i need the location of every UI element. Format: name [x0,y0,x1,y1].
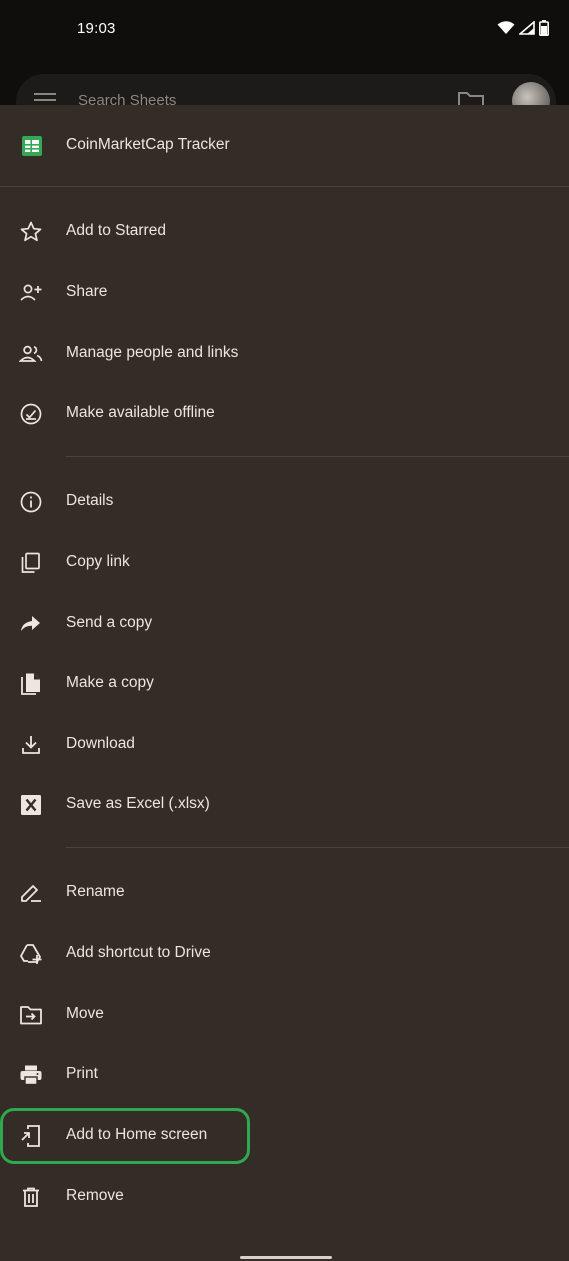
menu-item-rename[interactable]: Rename [0,863,569,923]
menu-item-label: Copy link [66,553,130,570]
menu-item-label: Rename [66,883,125,900]
menu-item-add-shortcut[interactable]: Add shortcut to Drive [0,924,569,984]
sheets-file-icon [22,136,42,161]
add-home-screen-icon [19,1124,43,1148]
menu-item-label: Add to Starred [66,222,166,239]
menu-item-details[interactable]: Details [0,472,569,532]
battery-icon [539,20,549,36]
download-icon [19,733,43,757]
star-icon [19,220,43,244]
status-icons [497,20,549,36]
status-bar: 19:03 [0,0,569,62]
trash-icon [19,1185,43,1209]
menu-item-label: Add to Home screen [66,1126,208,1143]
menu-item-label: Save as Excel (.xlsx) [66,795,210,812]
menu-item-manage-people[interactable]: Manage people and links [0,324,569,384]
file-copy-icon [19,672,43,696]
menu-item-label: Details [66,492,114,509]
options-bottom-sheet: CoinMarketCap Tracker Add to Starred Sha… [0,105,569,1261]
menu-item-download[interactable]: Download [0,715,569,775]
menu-item-copy-link[interactable]: Copy link [0,533,569,593]
menu-item-print[interactable]: Print [0,1045,569,1105]
people-icon [19,342,43,366]
menu-item-label: Manage people and links [66,344,239,361]
drive-shortcut-icon [19,942,43,966]
offline-check-icon [19,402,43,426]
sheet-header: CoinMarketCap Tracker [0,105,569,187]
send-arrow-icon [19,612,43,636]
menu-item-make-offline[interactable]: Make available offline [0,384,569,444]
menu-item-remove[interactable]: Remove [0,1167,569,1227]
menu-item-add-to-starred[interactable]: Add to Starred [0,202,569,262]
print-icon [19,1063,43,1087]
person-add-icon [19,281,43,305]
menu-item-label: Make a copy [66,674,154,691]
info-icon [19,490,43,514]
menu-item-label: Download [66,735,135,752]
copy-icon [19,551,43,575]
menu-item-label: Remove [66,1187,124,1204]
menu-item-share[interactable]: Share [0,263,569,323]
folder-move-icon [19,1003,43,1027]
gesture-home-indicator[interactable] [240,1256,332,1259]
menu-item-label: Send a copy [66,614,153,631]
divider [66,847,569,848]
menu-item-move[interactable]: Move [0,985,569,1045]
menu-item-add-to-home-screen[interactable]: Add to Home screen [0,1106,569,1166]
signal-icon [519,21,535,35]
menu-item-make-copy[interactable]: Make a copy [0,654,569,714]
menu-item-save-as-excel[interactable]: Save as Excel (.xlsx) [0,775,569,835]
pencil-icon [19,881,43,905]
divider [66,456,569,457]
status-time: 19:03 [77,20,116,37]
menu-item-label: Print [66,1065,98,1082]
wifi-icon [497,21,515,35]
menu-item-label: Add shortcut to Drive [66,944,211,961]
excel-x-icon [19,793,43,817]
menu-item-label: Move [66,1005,104,1022]
menu-item-label: Make available offline [66,404,215,421]
menu-item-send-copy[interactable]: Send a copy [0,594,569,654]
file-title: CoinMarketCap Tracker [66,136,230,153]
menu-item-label: Share [66,283,108,300]
